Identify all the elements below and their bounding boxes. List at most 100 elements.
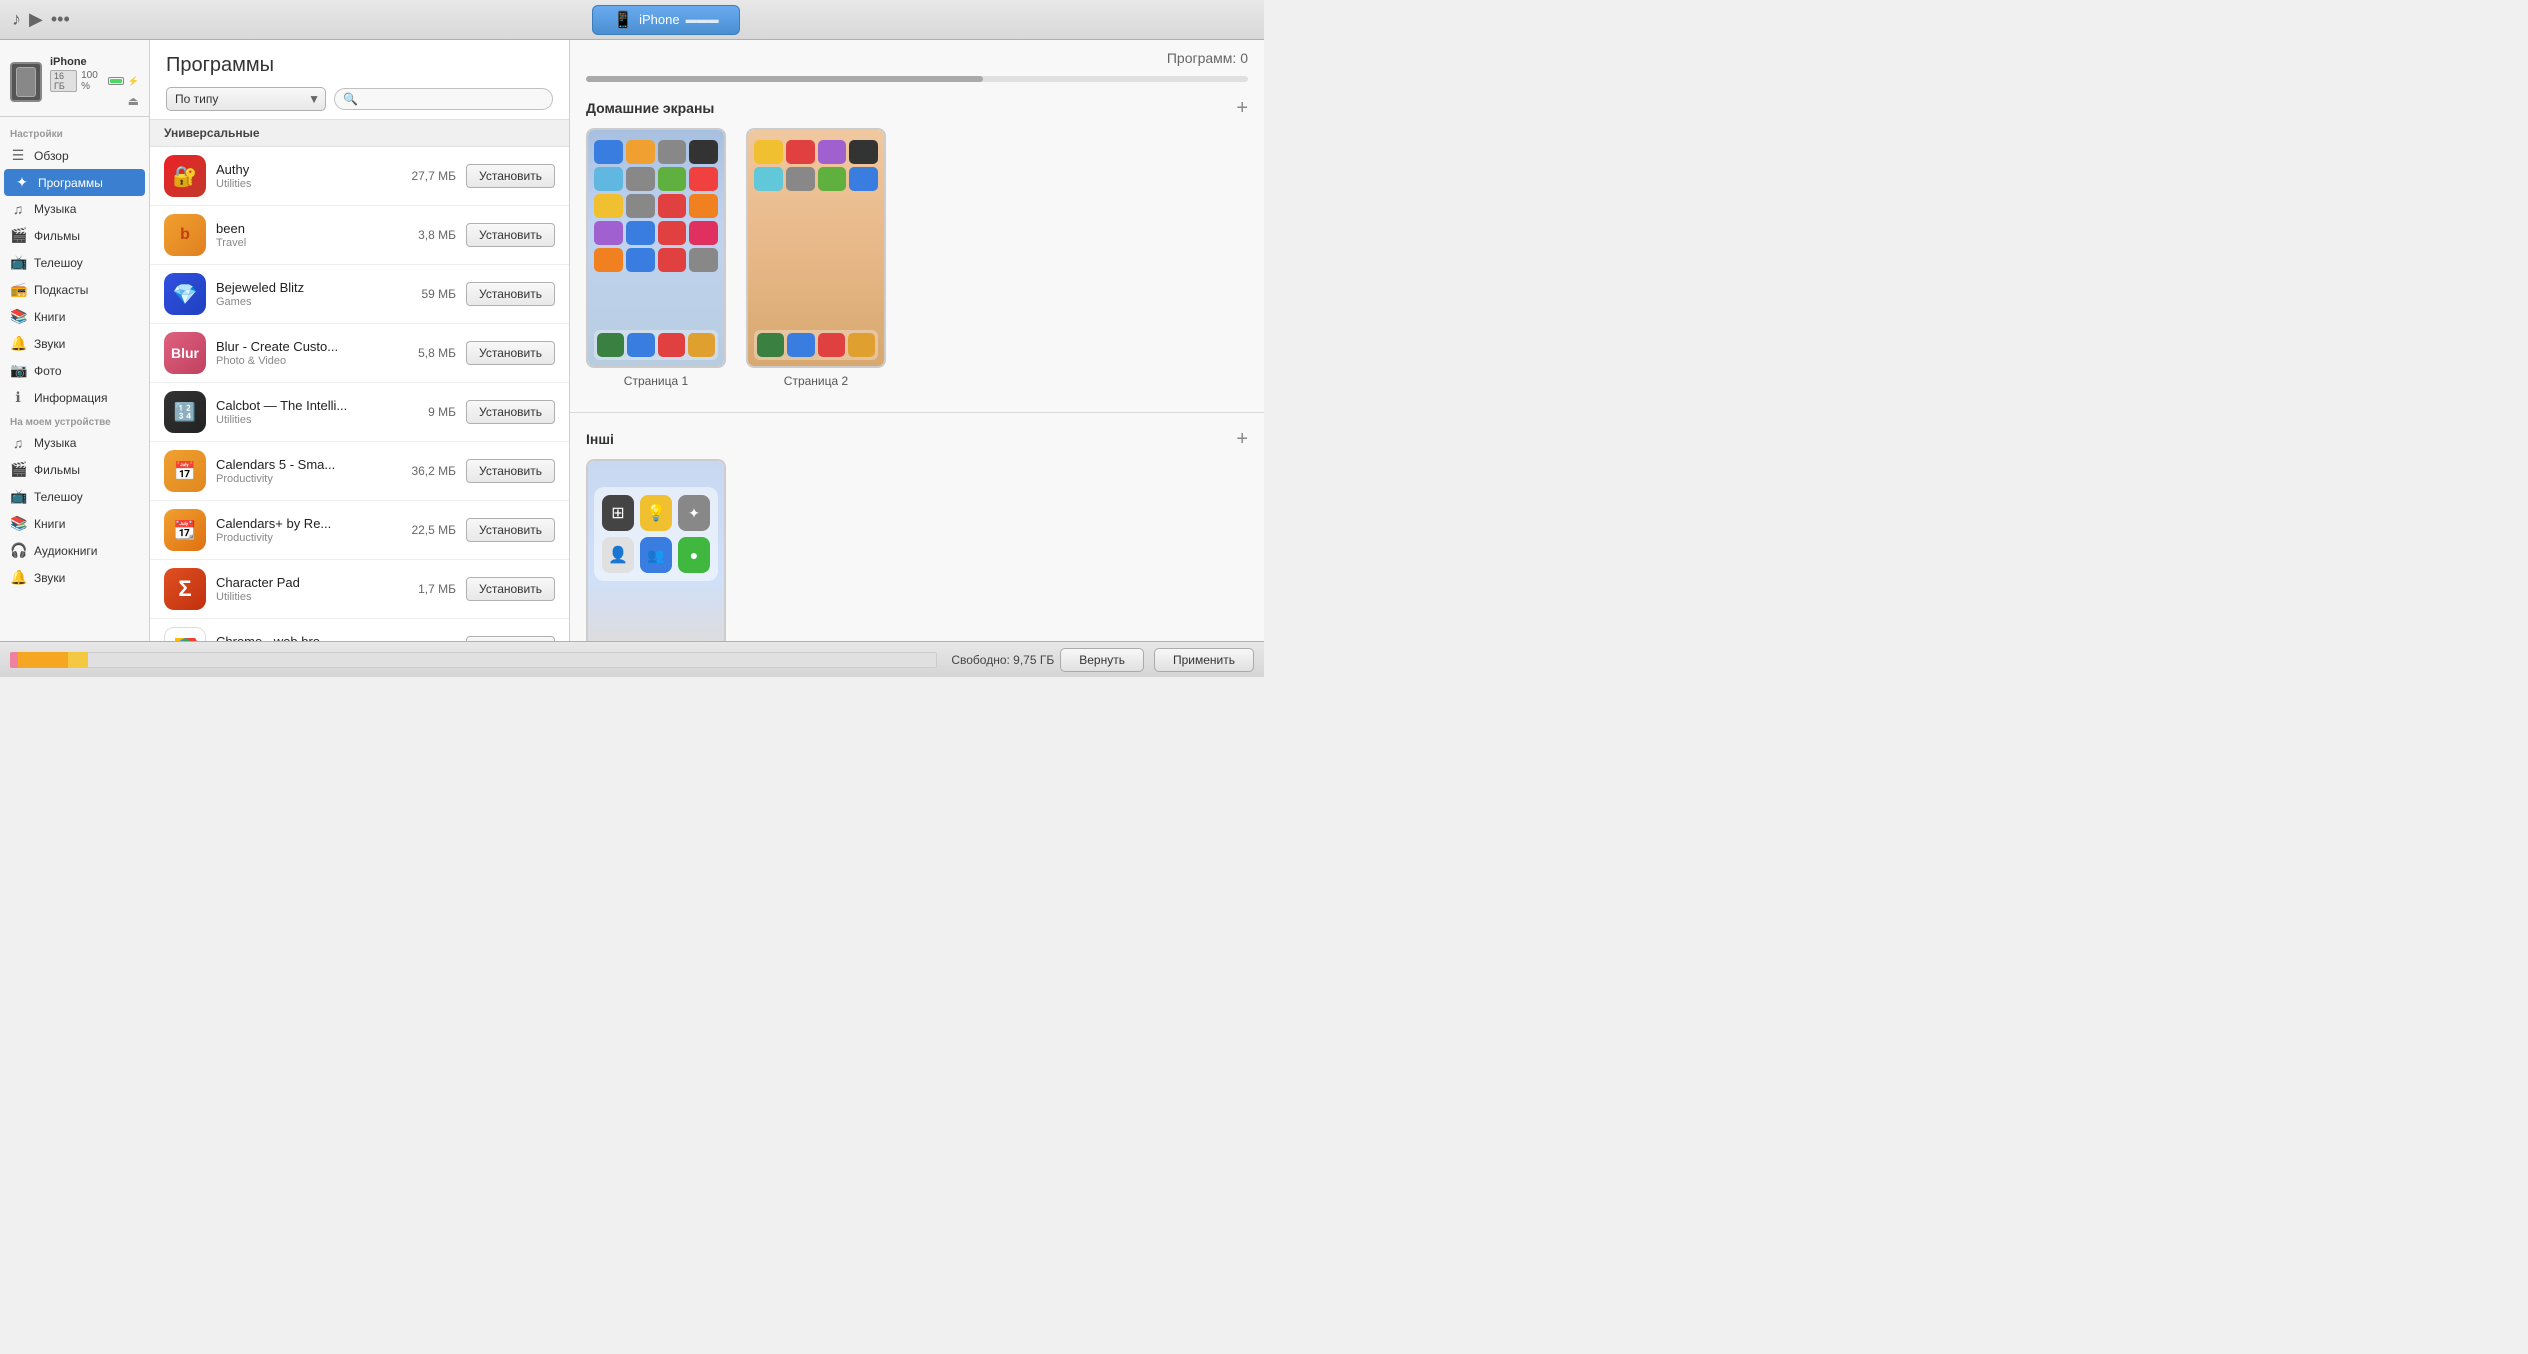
phone-screenshot-1[interactable] — [586, 128, 726, 368]
sidebar-item-books[interactable]: 📚 Книги — [0, 303, 149, 330]
others-screens-row: ⊞ 💡 ✦ 👤 👥 ● — [586, 459, 1248, 641]
phone-screenshot-others[interactable]: ⊞ 💡 ✦ 👤 👥 ● — [586, 459, 726, 641]
video-icon[interactable]: ▶ — [29, 9, 43, 30]
app-row-been[interactable]: b been Travel 3,8 МБ Установить — [150, 206, 569, 265]
device-details: iPhone 16 ГБ 100 % ⚡ ⏏ — [50, 56, 139, 108]
device-thumbnail — [10, 62, 42, 102]
overview-icon: ☰ — [10, 147, 26, 164]
filter-select[interactable]: По типу — [166, 87, 326, 111]
sidebar-item-tv[interactable]: 📺 Телешоу — [0, 249, 149, 276]
add-home-screen-btn[interactable]: + — [1236, 98, 1248, 118]
scrollbar-area[interactable] — [570, 70, 1264, 88]
calendarsplus-size: 22,5 МБ — [396, 523, 456, 537]
device-movies-icon: 🎬 — [10, 461, 26, 478]
calcbot-icon: 🔢 — [164, 391, 206, 433]
storage-free-label: Свободно: 9,75 ГБ — [945, 653, 1060, 667]
been-size: 3,8 МБ — [396, 228, 456, 242]
app-row-calendars5[interactable]: 📅 Calendars 5 - Sma... Productivity 36,2… — [150, 442, 569, 501]
more-icon[interactable]: ••• — [51, 9, 70, 30]
scroll-thumb[interactable] — [586, 76, 983, 82]
been-install-btn[interactable]: Установить — [466, 223, 555, 247]
app-row-chrome[interactable]: Chrome - web bro... Utilities 48,5 МБ Ус… — [150, 619, 569, 641]
sidebar-item-music[interactable]: ♫ Музыка — [0, 196, 149, 222]
sidebar-item-movies[interactable]: 🎬 Фильмы — [0, 222, 149, 249]
calcbot-install-btn[interactable]: Установить — [466, 400, 555, 424]
screen-page1: Страница 1 — [586, 128, 726, 388]
app-row-blur[interactable]: Blur Blur - Create Custo... Photo & Vide… — [150, 324, 569, 383]
top-bar-icons: ♪ ▶ ••• — [12, 9, 70, 30]
been-category: Travel — [216, 237, 386, 249]
photos-label: Фото — [34, 364, 62, 378]
page1-label: Страница 1 — [624, 374, 688, 388]
authy-install-btn[interactable]: Установить — [466, 164, 555, 188]
revert-button[interactable]: Вернуть — [1060, 648, 1144, 672]
music-sidebar-icon: ♫ — [10, 201, 26, 217]
app-row-authy[interactable]: 🔐 Authy Utilities 27,7 МБ Установить — [150, 147, 569, 206]
app-row-characterpad[interactable]: Σ Character Pad Utilities 1,7 МБ Установ… — [150, 560, 569, 619]
calendarsplus-install-btn[interactable]: Установить — [466, 518, 555, 542]
device-tv-icon: 📺 — [10, 488, 26, 505]
bottom-buttons: Вернуть Применить — [1060, 648, 1254, 672]
storage-size-badge: 16 ГБ — [50, 70, 77, 92]
sidebar-item-photos[interactable]: 📷 Фото — [0, 357, 149, 384]
sidebar: iPhone 16 ГБ 100 % ⚡ ⏏ Настройки ☰ Обзор… — [0, 40, 150, 641]
authy-icon: 🔐 — [164, 155, 206, 197]
device-info: iPhone 16 ГБ 100 % ⚡ ⏏ — [0, 48, 149, 117]
characterpad-name: Character Pad — [216, 575, 386, 590]
device-books-label: Книги — [34, 517, 65, 531]
characterpad-install-btn[interactable]: Установить — [466, 577, 555, 601]
search-box: 🔍 — [334, 88, 553, 110]
app-row-calendarsplus[interactable]: 📆 Calendars+ by Re... Productivity 22,5 … — [150, 501, 569, 560]
sidebar-item-overview[interactable]: ☰ Обзор — [0, 142, 149, 169]
search-icon: 🔍 — [343, 92, 358, 106]
device-music-label: Музыка — [34, 436, 76, 450]
info-label: Информация — [34, 391, 107, 405]
apply-button[interactable]: Применить — [1154, 648, 1254, 672]
blur-install-btn[interactable]: Установить — [466, 341, 555, 365]
sidebar-item-device-movies[interactable]: 🎬 Фильмы — [0, 456, 149, 483]
add-other-btn[interactable]: + — [1236, 429, 1248, 449]
device-storage-row: 16 ГБ 100 % ⚡ — [50, 70, 139, 92]
bejeweled-install-btn[interactable]: Установить — [466, 282, 555, 306]
filter-row: По типу ▼ 🔍 — [166, 87, 553, 111]
filter-select-container[interactable]: По типу ▼ — [166, 87, 326, 111]
calendars5-install-btn[interactable]: Установить — [466, 459, 555, 483]
chrome-install-btn[interactable]: Установить — [466, 636, 555, 641]
blur-info: Blur - Create Custo... Photo & Video — [216, 339, 386, 367]
app-row-bejeweled[interactable]: 💎 Bejeweled Blitz Games 59 МБ Установить — [150, 265, 569, 324]
sidebar-item-device-books[interactable]: 📚 Книги — [0, 510, 149, 537]
search-input[interactable] — [362, 92, 544, 106]
authy-info: Authy Utilities — [216, 162, 386, 190]
app-list: 🔐 Authy Utilities 27,7 МБ Установить b — [150, 147, 569, 641]
apps-icon: ✦ — [14, 174, 30, 191]
calendarsplus-category: Productivity — [216, 532, 386, 544]
calcbot-info: Calcbot — The Intelli... Utilities — [216, 398, 386, 426]
app-row-calcbot[interactable]: 🔢 Calcbot — The Intelli... Utilities 9 М… — [150, 383, 569, 442]
sidebar-item-info[interactable]: ℹ Информация — [0, 384, 149, 411]
sidebar-item-sounds[interactable]: 🔔 Звуки — [0, 330, 149, 357]
music-icon[interactable]: ♪ — [12, 9, 21, 30]
eject-icon[interactable]: ⏏ — [128, 94, 139, 108]
sidebar-item-audiobooks[interactable]: 🎧 Аудиокниги — [0, 537, 149, 564]
signal-bars: ▬▬▬ — [686, 14, 719, 26]
calendars5-name: Calendars 5 - Sma... — [216, 457, 386, 472]
calendars5-info: Calendars 5 - Sma... Productivity — [216, 457, 386, 485]
iphone-icon: 📱 — [613, 10, 633, 30]
characterpad-category: Utilities — [216, 591, 386, 603]
sidebar-item-apps[interactable]: ✦ Программы — [4, 169, 145, 196]
sidebar-item-device-sounds[interactable]: 🔔 Звуки — [0, 564, 149, 591]
apps-count: Программ: 0 — [1167, 50, 1248, 66]
been-icon: b — [164, 214, 206, 256]
phone-screenshot-2[interactable] — [746, 128, 886, 368]
battery-percent: 100 % — [81, 70, 104, 92]
sidebar-item-device-music[interactable]: ♫ Музыка — [0, 430, 149, 456]
panel-title: Программы — [166, 54, 553, 77]
device-button[interactable]: 📱 iPhone ▬▬▬ — [592, 5, 739, 35]
device-label: iPhone — [639, 12, 679, 27]
sidebar-item-podcasts[interactable]: 📻 Подкасты — [0, 276, 149, 303]
screens-row: Страница 1 — [586, 128, 1248, 388]
scroll-track[interactable] — [586, 76, 1248, 82]
home-screens-section: Домашние экраны + — [570, 88, 1264, 406]
app-list-panel: Программы По типу ▼ 🔍 Универсальные — [150, 40, 570, 641]
sidebar-item-device-tv[interactable]: 📺 Телешоу — [0, 483, 149, 510]
